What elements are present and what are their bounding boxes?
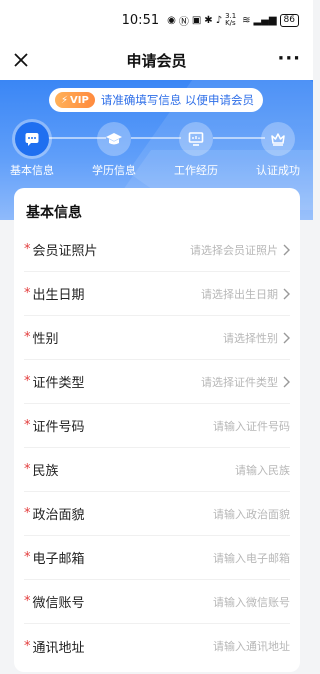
basic-info-card: 基本信息 * 会员证照片 请选择会员证照片 * 出生日期 请选择出生日期 * 性… bbox=[14, 188, 300, 672]
field-label: 证件号码 bbox=[32, 420, 85, 435]
field-placeholder: 请输入政治面貌 bbox=[213, 507, 290, 521]
required-mark: * bbox=[24, 550, 31, 565]
eye-icon: ◉ bbox=[167, 14, 176, 26]
field-placeholder: 请选择出生日期 bbox=[201, 287, 278, 301]
required-mark: * bbox=[24, 374, 31, 389]
lightning-icon: ⚡ bbox=[61, 94, 69, 106]
step-work: 工作经历 bbox=[164, 122, 228, 178]
field-placeholder: 请选择性别 bbox=[223, 331, 278, 345]
chevron-right-icon bbox=[283, 376, 290, 387]
field-wechat[interactable]: * 微信账号 请输入微信账号 bbox=[24, 580, 290, 624]
field-placeholder: 请输入通讯地址 bbox=[213, 640, 290, 653]
field-placeholder: 请选择证件类型 bbox=[201, 375, 278, 389]
graduation-cap-icon bbox=[97, 122, 131, 156]
field-id-number[interactable]: * 证件号码 请输入证件号码 bbox=[24, 404, 290, 448]
required-mark: * bbox=[24, 418, 31, 433]
required-mark: * bbox=[24, 638, 31, 654]
battery-icon: 86 bbox=[279, 13, 299, 27]
progress-steps: 基本信息 学历信息 工作经历 认证成功 bbox=[0, 120, 313, 180]
field-political-status[interactable]: * 政治面貌 请输入政治面貌 bbox=[24, 492, 290, 536]
chevron-right-icon bbox=[283, 244, 290, 255]
field-label: 民族 bbox=[32, 464, 59, 479]
wifi-icon: ≋ bbox=[242, 14, 251, 26]
monitor-icon bbox=[179, 122, 213, 156]
field-placeholder: 请输入电子邮箱 bbox=[213, 551, 290, 565]
field-birth-date[interactable]: * 出生日期 请选择出生日期 bbox=[24, 272, 290, 316]
field-label: 性别 bbox=[32, 332, 59, 347]
chevron-right-icon bbox=[283, 288, 290, 299]
field-placeholder: 请输入微信账号 bbox=[213, 595, 290, 609]
status-icons: ◉ Ⓝ ▣ ✱ ♪ 3.1 K/s ≋ ▂▄▆ 86 bbox=[167, 13, 299, 28]
signal-icon: ▂▄▆ bbox=[253, 14, 277, 26]
bluetooth-icon: ✱ bbox=[204, 14, 213, 26]
field-label: 电子邮箱 bbox=[32, 552, 85, 567]
field-ethnicity[interactable]: * 民族 请输入民族 bbox=[24, 448, 290, 492]
mute-icon: ♪ bbox=[215, 14, 223, 26]
field-label: 微信账号 bbox=[32, 596, 85, 611]
vip-badge: ⚡ VIP bbox=[55, 92, 95, 108]
step-basic-info: 基本信息 bbox=[0, 122, 64, 178]
required-mark: * bbox=[24, 462, 31, 477]
more-menu-icon[interactable]: ··· bbox=[277, 48, 301, 69]
step-education: 学历信息 bbox=[82, 122, 146, 178]
chevron-right-icon bbox=[283, 332, 290, 343]
network-speed: 3.1 K/s bbox=[225, 12, 237, 27]
step-label: 基本信息 bbox=[10, 164, 54, 177]
field-label: 证件类型 bbox=[32, 376, 85, 391]
page-title: 申请会员 bbox=[126, 51, 187, 70]
tip-text: 请准确填写信息 以便申请会员 bbox=[100, 93, 254, 107]
step-label: 工作经历 bbox=[174, 164, 218, 177]
required-mark: * bbox=[24, 286, 31, 301]
section-title: 基本信息 bbox=[26, 205, 82, 221]
vibrate-icon: ▣ bbox=[191, 14, 202, 26]
field-label: 会员证照片 bbox=[32, 244, 98, 259]
field-placeholder: 请输入民族 bbox=[235, 463, 290, 477]
field-member-photo[interactable]: * 会员证照片 请选择会员证照片 bbox=[24, 228, 290, 272]
field-address[interactable]: * 通讯地址 请输入通讯地址 bbox=[24, 624, 290, 668]
tip-banner: ⚡ VIP 请准确填写信息 以便申请会员 bbox=[49, 88, 263, 112]
field-email[interactable]: * 电子邮箱 请输入电子邮箱 bbox=[24, 536, 290, 580]
clock: 10:51 bbox=[121, 12, 160, 28]
chat-icon bbox=[15, 122, 49, 156]
required-mark: * bbox=[24, 506, 31, 521]
step-verified: 认证成功 bbox=[246, 122, 310, 178]
field-label: 政治面貌 bbox=[32, 508, 85, 523]
field-placeholder: 请输入证件号码 bbox=[213, 419, 290, 433]
field-id-type[interactable]: * 证件类型 请选择证件类型 bbox=[24, 360, 290, 404]
nav-bar: 申请会员 ··· bbox=[0, 40, 313, 80]
step-label: 认证成功 bbox=[256, 164, 300, 177]
close-icon[interactable] bbox=[10, 49, 32, 71]
required-mark: * bbox=[24, 594, 31, 609]
status-bar: 10:51 ◉ Ⓝ ▣ ✱ ♪ 3.1 K/s ≋ ▂▄▆ 86 bbox=[0, 0, 313, 40]
field-gender[interactable]: * 性别 请选择性别 bbox=[24, 316, 290, 360]
field-label: 出生日期 bbox=[32, 288, 85, 303]
required-mark: * bbox=[24, 330, 31, 345]
field-label: 通讯地址 bbox=[32, 640, 85, 656]
form-fields: * 会员证照片 请选择会员证照片 * 出生日期 请选择出生日期 * 性别 请选择… bbox=[14, 228, 300, 668]
nfc-icon: Ⓝ bbox=[178, 16, 189, 28]
step-label: 学历信息 bbox=[92, 164, 136, 177]
required-mark: * bbox=[24, 242, 31, 257]
crown-icon bbox=[261, 122, 295, 156]
field-placeholder: 请选择会员证照片 bbox=[190, 243, 278, 257]
